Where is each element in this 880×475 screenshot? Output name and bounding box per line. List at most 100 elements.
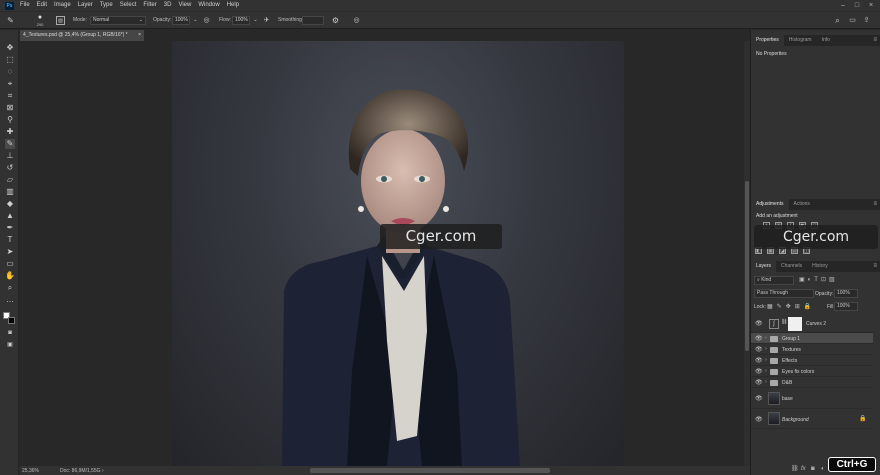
share-icon[interactable]: ⇪: [862, 16, 871, 25]
crop-tool-icon[interactable]: ⌗: [5, 91, 15, 101]
layer-mask-thumbnail[interactable]: [788, 317, 802, 331]
menu-3d[interactable]: 3D: [164, 0, 172, 11]
close-icon[interactable]: ×: [864, 0, 878, 11]
flow-dropdown-icon[interactable]: ⌄: [251, 16, 260, 25]
layer-row-group-1[interactable]: 👁 › Group 1: [751, 333, 873, 344]
layer-row-effects[interactable]: 👁 › Effects: [751, 355, 873, 366]
tab-histogram[interactable]: Histogram: [784, 35, 817, 46]
quick-mask-icon[interactable]: ◙: [5, 328, 15, 338]
zoom-level[interactable]: 25,36%: [22, 468, 39, 474]
minimize-icon[interactable]: –: [836, 0, 850, 11]
pen-tool-icon[interactable]: ✒: [5, 223, 15, 233]
lock-icons[interactable]: ▦✎✥⊞🔒: [767, 303, 815, 310]
tab-actions[interactable]: Actions: [789, 199, 815, 210]
eye-icon[interactable]: 👁: [755, 368, 763, 375]
layer-opacity-input[interactable]: 100%: [834, 289, 858, 298]
add-mask-icon[interactable]: ◙: [811, 466, 815, 472]
healing-brush-tool-icon[interactable]: ✚: [5, 127, 15, 137]
document-canvas[interactable]: Cger.com: [172, 41, 624, 466]
link-layers-icon[interactable]: ⛓: [791, 465, 799, 472]
chevron-right-icon[interactable]: ›: [765, 379, 767, 385]
menu-view[interactable]: View: [178, 0, 191, 11]
eye-icon[interactable]: 👁: [755, 416, 763, 423]
document-tab[interactable]: 4_Textures.psd @ 25,4% (Group 1, RGB/16*…: [20, 30, 144, 41]
search-icon[interactable]: ⌕: [833, 16, 842, 25]
mode-select[interactable]: Normal ⌄: [90, 16, 146, 25]
opacity-dropdown-icon[interactable]: ⌄: [191, 16, 200, 25]
zoom-tool-icon[interactable]: ⌕: [5, 283, 15, 293]
airbrush-icon[interactable]: ✈: [262, 16, 271, 25]
eraser-tool-icon[interactable]: ▱: [5, 175, 15, 185]
lasso-tool-icon[interactable]: ◌: [5, 67, 15, 77]
history-brush-tool-icon[interactable]: ↺: [5, 163, 15, 173]
tab-properties[interactable]: Properties: [751, 35, 784, 46]
menu-type[interactable]: Type: [100, 0, 113, 11]
tab-channels[interactable]: Channels: [776, 261, 807, 272]
quick-select-tool-icon[interactable]: ⌖: [5, 79, 15, 89]
chevron-right-icon[interactable]: ›: [765, 368, 767, 374]
panel-menu-icon[interactable]: ≡: [873, 35, 877, 46]
pressure-size-icon[interactable]: ◎: [352, 16, 361, 25]
layer-filter-select[interactable]: ⌕ Kind: [754, 276, 794, 285]
eye-icon[interactable]: 👁: [755, 335, 763, 342]
blur-tool-icon[interactable]: ◆: [5, 199, 15, 209]
brush-settings-icon[interactable]: ▨: [56, 16, 65, 25]
menu-edit[interactable]: Edit: [37, 0, 47, 11]
chevron-right-icon[interactable]: ›: [765, 335, 767, 341]
marquee-tool-icon[interactable]: ⬚: [5, 55, 15, 65]
brush-tool-icon[interactable]: ✎: [6, 16, 15, 25]
panel-menu-icon[interactable]: ≡: [873, 261, 877, 272]
layer-row-background[interactable]: 👁 Background 🔒: [751, 409, 873, 429]
brush-tool-icon[interactable]: ✎: [5, 139, 15, 149]
close-tab-icon[interactable]: ×: [138, 30, 141, 41]
tab-adjustments[interactable]: Adjustments: [751, 199, 789, 210]
eye-icon[interactable]: 👁: [755, 357, 763, 364]
restore-icon[interactable]: □: [850, 0, 864, 11]
panel-menu-icon[interactable]: ≡: [873, 199, 877, 210]
clone-stamp-tool-icon[interactable]: ⊥: [5, 151, 15, 161]
vertical-scroll-thumb[interactable]: [745, 181, 749, 351]
new-adjustment-icon[interactable]: ◐: [821, 466, 825, 472]
eye-icon[interactable]: 👁: [755, 346, 763, 353]
tab-history[interactable]: History: [807, 261, 833, 272]
layer-row-curves-2[interactable]: 👁 ∫ ⛓ Curves 2: [751, 316, 873, 333]
layer-row-base[interactable]: 👁 base: [751, 388, 873, 409]
eyedropper-tool-icon[interactable]: ⚲: [5, 115, 15, 125]
gradient-tool-icon[interactable]: ▥: [5, 187, 15, 197]
menu-file[interactable]: File: [20, 0, 30, 11]
menu-filter[interactable]: Filter: [143, 0, 156, 11]
fx-icon[interactable]: fx: [801, 466, 806, 472]
smoothing-input[interactable]: [302, 16, 324, 25]
menu-window[interactable]: Window: [198, 0, 219, 11]
horizontal-scroll-thumb[interactable]: [310, 468, 550, 473]
layer-row-eyes-fix-colors[interactable]: 👁 › Eyes fix colors: [751, 366, 873, 377]
frame-tool-icon[interactable]: ⊠: [5, 103, 15, 113]
hand-tool-icon[interactable]: ✋: [5, 271, 15, 281]
chevron-right-icon[interactable]: ›: [765, 357, 767, 363]
menu-image[interactable]: Image: [54, 0, 71, 11]
path-select-tool-icon[interactable]: ➤: [5, 247, 15, 257]
opacity-input[interactable]: 100%: [172, 16, 190, 25]
eye-icon[interactable]: 👁: [755, 320, 763, 327]
flow-input[interactable]: 100%: [232, 16, 250, 25]
layer-filter-icons[interactable]: ▣◐T⊡▨: [799, 276, 838, 283]
blend-mode-select[interactable]: Pass Through: [754, 289, 814, 298]
more-tools-icon[interactable]: …: [5, 295, 15, 305]
layer-row-dnb[interactable]: 👁 › D&B: [751, 377, 873, 388]
menu-select[interactable]: Select: [120, 0, 137, 11]
background-color-swatch[interactable]: [8, 317, 15, 324]
menu-help[interactable]: Help: [227, 0, 239, 11]
type-tool-icon[interactable]: T: [5, 235, 15, 245]
layer-row-textures[interactable]: 👁 › Textures: [751, 344, 873, 355]
chevron-right-icon[interactable]: ›: [765, 346, 767, 352]
chevron-right-icon[interactable]: ›: [102, 468, 104, 474]
gear-icon[interactable]: ⚙: [331, 16, 340, 25]
tab-layers[interactable]: Layers: [751, 261, 777, 272]
fill-input[interactable]: 100%: [834, 302, 858, 311]
eye-icon[interactable]: 👁: [755, 395, 763, 402]
workspace-icon[interactable]: ▭: [848, 16, 857, 25]
menu-layer[interactable]: Layer: [78, 0, 93, 11]
eye-icon[interactable]: 👁: [755, 379, 763, 386]
tab-info[interactable]: Info: [817, 35, 835, 46]
brush-preset-picker[interactable]: ● 290: [31, 13, 49, 27]
